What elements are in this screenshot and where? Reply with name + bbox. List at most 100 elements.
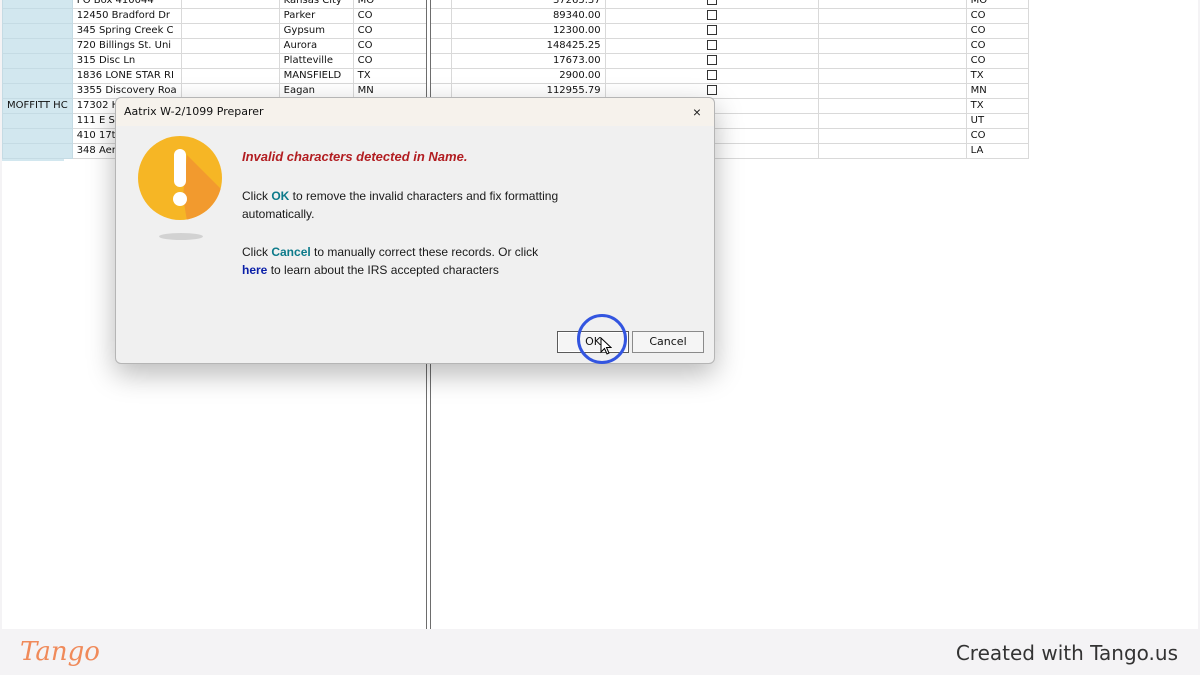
blank-cell[interactable] (180, 38, 280, 54)
table-row[interactable]: 12450 Bradford Dr Parker CO 89340.00 CO (2, 8, 1029, 24)
blank-cell[interactable] (817, 83, 967, 99)
state-cell-2[interactable]: CO (965, 8, 1029, 24)
address-cell[interactable]: PO Box 410044 (71, 0, 182, 9)
state-cell-2[interactable]: MO (965, 0, 1029, 9)
amount-cell[interactable]: 89340.00 (450, 8, 606, 24)
row-checkbox[interactable] (706, 85, 717, 95)
ok-instructions: Click OK to remove the invalid character… (242, 187, 622, 223)
blank-cell[interactable] (180, 68, 280, 84)
name-cell[interactable] (2, 0, 73, 9)
row-checkbox[interactable] (706, 40, 717, 50)
name-cell[interactable] (2, 113, 73, 129)
row-checkbox[interactable] (706, 10, 717, 20)
ok-instructions-text: to remove the invalid characters and fix… (242, 189, 559, 221)
address-cell[interactable]: 345 Spring Creek C (71, 23, 182, 39)
checkbox-cell[interactable] (604, 68, 819, 84)
blank-cell[interactable] (817, 143, 967, 159)
blank-cell[interactable] (817, 53, 967, 69)
table-row[interactable]: 1836 LONE STAR RI MANSFIELD TX 2900.00 TX (2, 68, 1029, 84)
address-cell[interactable]: 1836 LONE STAR RI (71, 68, 182, 84)
amount-cell[interactable]: 148425.25 (450, 38, 606, 54)
address-cell[interactable]: 720 Billings St. Uni (71, 38, 182, 54)
name-cell[interactable]: MOFFITT HC (2, 98, 73, 114)
name-cell[interactable] (2, 83, 73, 99)
mouse-pointer-icon (600, 337, 612, 355)
city-cell[interactable]: Aurora (278, 38, 354, 54)
blank-cell[interactable] (817, 0, 967, 9)
state-cell-2[interactable]: TX (965, 98, 1029, 114)
address-cell[interactable]: 12450 Bradford Dr (71, 8, 182, 24)
row-checkbox[interactable] (706, 55, 717, 65)
dialog-heading: Invalid characters detected in Name. (242, 149, 468, 164)
table-row[interactable]: 720 Billings St. Uni Aurora CO 148425.25 CO (2, 38, 1029, 54)
blank-cell[interactable] (817, 128, 967, 144)
cancel-instructions: Click Cancel to manually correct these r… (242, 243, 622, 279)
state-cell-2[interactable]: MN (965, 83, 1029, 99)
address-cell[interactable]: 315 Disc Ln (71, 53, 182, 69)
city-cell[interactable]: Gypsum (278, 23, 354, 39)
row-checkbox[interactable] (706, 25, 717, 35)
table-row[interactable]: 315 Disc Ln Platteville CO 17673.00 CO (2, 53, 1029, 69)
footer-bar: Tango Created with Tango.us (0, 629, 1200, 675)
state-cell[interactable]: CO (352, 53, 452, 69)
blank-cell[interactable] (180, 0, 280, 9)
city-cell[interactable]: Parker (278, 8, 354, 24)
city-cell[interactable]: Platteville (278, 53, 354, 69)
irs-characters-link[interactable]: here (242, 263, 267, 277)
state-cell[interactable]: MO (352, 0, 452, 9)
name-cell[interactable] (2, 38, 73, 54)
state-cell-2[interactable]: TX (965, 68, 1029, 84)
cancel-button[interactable]: Cancel (632, 331, 704, 353)
warning-icon-shadow (159, 233, 203, 240)
amount-cell[interactable]: 12300.00 (450, 23, 606, 39)
name-cell[interactable] (2, 53, 73, 69)
state-cell[interactable]: TX (352, 68, 452, 84)
amount-cell[interactable]: 2900.00 (450, 68, 606, 84)
state-cell[interactable]: CO (352, 23, 452, 39)
cancel-instructions-text: to manually correct these records. Or cl… (310, 245, 539, 259)
irs-characters-text: to learn about the IRS accepted characte… (267, 263, 499, 277)
table-row[interactable]: 345 Spring Creek C Gypsum CO 12300.00 CO (2, 23, 1029, 39)
city-cell[interactable]: Kansas City (278, 0, 354, 9)
name-cell[interactable] (2, 68, 73, 84)
row-checkbox[interactable] (706, 0, 717, 5)
state-cell-2[interactable]: CO (965, 128, 1029, 144)
cancel-instructions-prefix: Click (242, 245, 272, 259)
checkbox-cell[interactable] (604, 23, 819, 39)
state-cell-2[interactable]: CO (965, 53, 1029, 69)
blank-cell[interactable] (180, 53, 280, 69)
blank-cell[interactable] (180, 23, 280, 39)
checkbox-cell[interactable] (604, 8, 819, 24)
blank-cell[interactable] (817, 113, 967, 129)
state-cell-2[interactable]: CO (965, 23, 1029, 39)
city-cell[interactable]: MANSFIELD (278, 68, 354, 84)
amount-cell[interactable]: 37265.37 (450, 0, 606, 9)
checkbox-cell[interactable] (604, 0, 819, 9)
state-cell-2[interactable]: CO (965, 38, 1029, 54)
state-cell[interactable]: CO (352, 8, 452, 24)
ok-instructions-prefix: Click (242, 189, 272, 203)
cancel-keyword: Cancel (271, 245, 311, 259)
blank-cell[interactable] (817, 98, 967, 114)
blank-cell[interactable] (180, 8, 280, 24)
dialog-title-bar: Aatrix W-2/1099 Preparer × (116, 98, 714, 126)
blank-cell[interactable] (817, 8, 967, 24)
name-cell[interactable] (2, 128, 73, 144)
state-cell-2[interactable]: UT (965, 113, 1029, 129)
state-cell[interactable]: CO (352, 38, 452, 54)
state-cell-2[interactable]: LA (965, 143, 1029, 159)
blank-cell[interactable] (817, 38, 967, 54)
blank-cell[interactable] (817, 23, 967, 39)
blank-cell[interactable] (817, 68, 967, 84)
checkbox-cell[interactable] (604, 53, 819, 69)
created-with-credit: Created with Tango.us (955, 641, 1178, 665)
checkbox-cell[interactable] (604, 38, 819, 54)
amount-cell[interactable]: 17673.00 (450, 53, 606, 69)
table-row[interactable]: PO Box 410044 Kansas City MO 37265.37 MO (2, 0, 1029, 9)
name-cell[interactable] (2, 8, 73, 24)
row-checkbox[interactable] (706, 70, 717, 80)
name-cell[interactable] (2, 23, 73, 39)
name-cell[interactable] (2, 143, 73, 159)
invalid-characters-dialog: Aatrix W-2/1099 Preparer × Invalid chara… (115, 97, 715, 364)
close-icon[interactable]: × (686, 101, 708, 123)
